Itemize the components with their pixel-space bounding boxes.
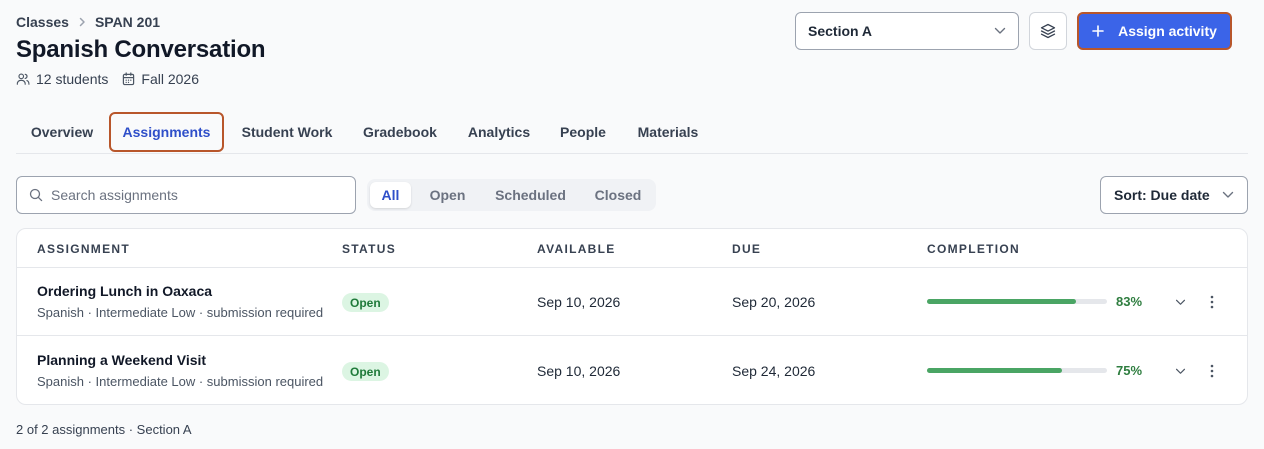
more-vertical-icon[interactable] [1202,361,1222,381]
plus-icon [1092,25,1104,37]
section-select-value: Section A [808,23,873,39]
student-count-label: 12 students [36,71,109,87]
table-row[interactable]: Planning a Weekend Visit Spanish · Inter… [17,337,1247,404]
tab-student-work[interactable]: Student Work [232,112,342,152]
tab-people[interactable]: People [552,112,614,152]
completion-bar-fill [927,299,1077,304]
column-header-status[interactable]: STATUS [342,242,396,256]
table-header: ASSIGNMENT STATUS AVAILABLE DUE COMPLETI… [17,229,1247,268]
class-meta: 12 students Fall 2026 [16,71,213,87]
tab-assignments[interactable]: Assignments [109,112,224,152]
assignment-title[interactable]: Ordering Lunch in Oaxaca [37,283,212,299]
assignment-details: Spanish · Intermediate Low · submission … [37,374,324,389]
table-footer-summary: 2 of 2 assignments · Section A [16,422,192,437]
term: Fall 2026 [122,71,199,87]
page-title: Spanish Conversation [16,36,266,63]
assignment-title[interactable]: Planning a Weekend Visit [37,352,206,368]
column-header-assignment[interactable]: ASSIGNMENT [37,242,130,256]
completion-percent: 83% [1116,294,1143,309]
column-header-completion[interactable]: COMPLETION [927,242,1020,256]
chevron-right-icon [78,17,86,27]
completion-percent: 75% [1116,363,1143,378]
filter-scheduled[interactable]: Scheduled [485,182,576,208]
column-header-available[interactable]: AVAILABLE [537,242,616,256]
section-select[interactable]: Section A [795,12,1019,50]
status-badge: Open [342,362,389,381]
assign-activity-button[interactable]: Assign activity [1077,12,1232,50]
search-input[interactable] [51,187,331,203]
more-vertical-icon[interactable] [1202,292,1222,312]
users-icon [16,73,30,85]
completion-bar-fill [927,368,1062,373]
search-box[interactable] [16,176,356,214]
breadcrumb: Classes SPAN 201 [16,14,160,30]
sort-dropdown[interactable]: Sort: Due date [1100,176,1248,214]
student-count: 12 students [16,71,108,87]
tab-analytics[interactable]: Analytics [460,112,538,152]
calendar-icon [123,72,135,86]
search-icon [29,188,43,202]
filter-open[interactable]: Open [419,182,476,208]
available-date: Sep 10, 2026 [537,363,621,379]
column-header-due[interactable]: DUE [732,242,761,256]
tab-materials[interactable]: Materials [628,112,708,152]
chevron-down-icon [994,27,1006,35]
breadcrumb-classes-link[interactable]: Classes [16,14,69,30]
layers-icon [1040,23,1056,39]
tab-gradebook[interactable]: Gradebook [355,112,445,152]
tab-overview[interactable]: Overview [16,112,108,152]
chevron-down-icon [1222,191,1234,199]
breadcrumb-current: SPAN 201 [94,14,161,30]
chevron-down-icon[interactable] [1170,292,1190,312]
status-badge: Open [342,293,389,312]
completion-bar [927,299,1107,304]
class-tabs: Overview Assignments Student Work Gradeb… [16,110,1248,154]
filter-closed[interactable]: Closed [583,182,653,208]
filter-all[interactable]: All [370,182,411,208]
assign-activity-label: Assign activity [1118,23,1217,39]
available-date: Sep 10, 2026 [537,294,621,310]
completion-bar [927,368,1107,373]
due-date: Sep 24, 2026 [732,363,816,379]
layers-button[interactable] [1029,12,1067,50]
assignment-details: Spanish · Intermediate Low · submission … [37,305,324,320]
term-label: Fall 2026 [141,71,199,87]
chevron-down-icon[interactable] [1170,361,1190,381]
status-filter: All Open Scheduled Closed [367,179,656,211]
due-date: Sep 20, 2026 [732,294,816,310]
assignments-table: ASSIGNMENT STATUS AVAILABLE DUE COMPLETI… [16,228,1248,405]
table-row[interactable]: Ordering Lunch in Oaxaca Spanish · Inter… [17,268,1247,336]
sort-label: Sort: Due date [1114,187,1210,203]
